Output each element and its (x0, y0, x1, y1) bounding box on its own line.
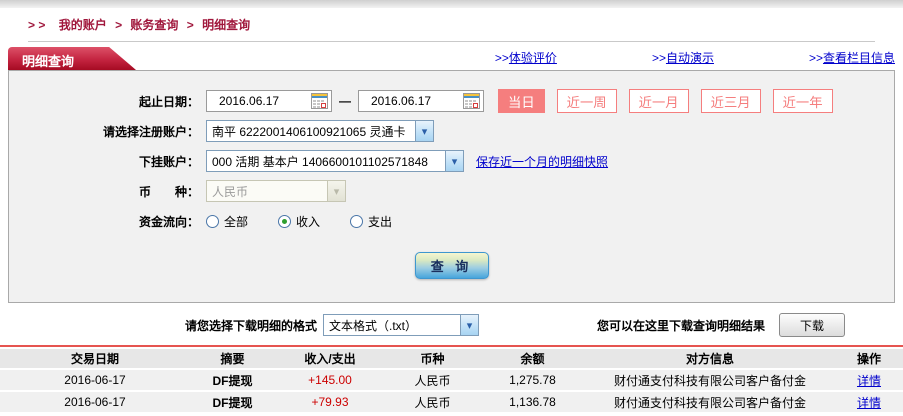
quick-range-year-button[interactable]: 近一年 (772, 89, 833, 113)
cell-summary: DF提现 (190, 392, 275, 414)
registered-account-select[interactable]: 南平 6222001406100921065 灵通卡 ▾ (206, 120, 434, 142)
download-button[interactable]: 下载 (779, 313, 846, 337)
breadcrumb: > > 我的账户 > 账务查询 > 明细查询 (0, 8, 903, 39)
radio-icon[interactable] (206, 214, 219, 228)
fund-flow-label: 资金流向： (138, 214, 199, 229)
cell-counterparty: 财付通支付科技有限公司客户备付金 (585, 392, 835, 414)
download-format-value: 文本格式（.txt） (329, 318, 418, 333)
breadcrumb-separator: > (186, 18, 194, 32)
currency-value: 人民币 (212, 184, 249, 199)
cell-summary: DF提现 (190, 370, 275, 392)
cell-currency: 人民币 (385, 392, 480, 414)
cell-date: 2016-06-17 (0, 392, 190, 414)
header-amount: 收入/支出 (275, 349, 385, 370)
calendar-icon[interactable] (463, 93, 480, 109)
header-balance: 余额 (480, 349, 585, 370)
tab-detail-query: 明细查询 (8, 47, 136, 70)
fund-flow-row: 资金流向： 全部 收入 支出 (9, 206, 894, 236)
query-form-panel: 起止日期： 2016.06.17 — 2016.06.17 当日 近一周 近一月… (8, 70, 895, 303)
sub-account-value: 000 活期 基本户 1406600101102571848 (212, 154, 428, 169)
radio-icon[interactable] (350, 214, 364, 228)
link-auto-demo[interactable]: >>自动演示 (652, 49, 714, 66)
date-separator: — (339, 94, 351, 108)
flow-option-all[interactable]: 全部 (206, 213, 248, 230)
detail-link[interactable]: 详情 (857, 396, 881, 410)
start-date-input[interactable]: 2016.06.17 (206, 90, 332, 112)
radio-checked-icon[interactable] (278, 214, 292, 228)
cell-balance: 1,136.78 (480, 392, 585, 414)
cell-balance: 1,275.78 (480, 370, 585, 392)
header-counterparty: 对方信息 (585, 349, 835, 370)
cell-date: 2016-06-17 (0, 370, 190, 392)
registered-account-row: 请选择注册账户： 南平 6222001406100921065 灵通卡 ▾ (9, 116, 894, 146)
top-strip (0, 0, 903, 8)
end-date-input[interactable]: 2016.06.17 (358, 90, 484, 112)
link-column-info[interactable]: >>查看栏目信息 (809, 49, 895, 66)
cell-amount: +79.93 (275, 392, 385, 414)
date-range-row: 起止日期： 2016.06.17 — 2016.06.17 当日 近一周 近一月… (9, 86, 894, 116)
query-button[interactable]: 查 询 (414, 252, 489, 279)
flow-option-expense[interactable]: 支出 (350, 213, 392, 230)
registered-account-label: 请选择注册账户： (102, 124, 199, 139)
currency-row: 币 种： 人民币 ▾ (9, 176, 894, 206)
chevron-down-icon: ▾ (415, 121, 433, 141)
download-row: 请您选择下载明细的格式 文本格式（.txt） ▾ 您可以在这里下载查询明细结果 … (185, 312, 903, 338)
registered-account-value: 南平 6222001406100921065 灵通卡 (212, 124, 406, 139)
flow-option-income-label: 收入 (296, 214, 321, 229)
date-range-label: 起止日期： (138, 94, 199, 109)
table-row: 2016-06-17 DF提现 +145.00 人民币 1,275.78 财付通… (0, 370, 903, 392)
quick-range-3month-button[interactable]: 近三月 (700, 89, 761, 113)
transaction-table: 交易日期 摘要 收入/支出 币种 余额 对方信息 操作 2016-06-17 D… (0, 349, 903, 414)
flow-option-income[interactable]: 收入 (278, 213, 320, 230)
header-date: 交易日期 (0, 349, 190, 370)
breadcrumb-item-account-query[interactable]: 账务查询 (130, 18, 178, 32)
tab-row: 明细查询 >>体验评价 >>自动演示 >>查看栏目信息 (8, 46, 895, 70)
quick-range-today-button[interactable]: 当日 (498, 89, 545, 113)
calendar-icon[interactable] (311, 93, 328, 109)
cell-counterparty: 财付通支付科技有限公司客户备付金 (585, 370, 835, 392)
sub-account-row: 下挂账户： 000 活期 基本户 1406600101102571848 ▾ 保… (9, 146, 894, 176)
chevron-down-icon: ▾ (460, 315, 479, 335)
cell-amount: +145.00 (275, 370, 385, 392)
fund-flow-radio-group: 全部 收入 支出 (206, 213, 422, 230)
sub-account-label: 下挂账户： (138, 154, 199, 169)
breadcrumb-item-detail-query[interactable]: 明细查询 (202, 18, 250, 32)
quick-range-week-button[interactable]: 近一周 (556, 89, 617, 113)
download-format-label: 请您选择下载明细的格式 (185, 318, 318, 333)
flow-option-all-label: 全部 (224, 214, 249, 229)
flow-option-expense-label: 支出 (368, 214, 393, 229)
top-links: >>体验评价 >>自动演示 >>查看栏目信息 (400, 49, 895, 70)
header-action: 操作 (835, 349, 903, 370)
end-date-value: 2016.06.17 (371, 94, 432, 108)
start-date-value: 2016.06.17 (219, 94, 280, 108)
breadcrumb-divider (28, 41, 875, 42)
query-button-row: 查 询 (9, 252, 894, 279)
download-format-select[interactable]: 文本格式（.txt） ▾ (323, 314, 480, 336)
table-top-divider (0, 345, 903, 347)
sub-account-select[interactable]: 000 活期 基本户 1406600101102571848 ▾ (206, 150, 464, 172)
quick-range-month-button[interactable]: 近一月 (628, 89, 689, 113)
detail-link[interactable]: 详情 (857, 374, 881, 388)
table-row: 2016-06-17 DF提现 +79.93 人民币 1,136.78 财付通支… (0, 392, 903, 414)
chevron-down-icon: ▾ (327, 181, 345, 201)
save-snapshot-link[interactable]: 保存近一个月的明细快照 (476, 153, 608, 170)
header-currency: 币种 (385, 349, 480, 370)
currency-select: 人民币 ▾ (206, 180, 346, 202)
breadcrumb-separator: > (115, 18, 123, 32)
breadcrumb-prefix: > > (28, 18, 46, 32)
link-experience-rating[interactable]: >>体验评价 (495, 49, 557, 66)
currency-label: 币 种： (138, 184, 199, 199)
header-summary: 摘要 (190, 349, 275, 370)
cell-currency: 人民币 (385, 370, 480, 392)
download-hint: 您可以在这里下载查询明细结果 (597, 318, 766, 333)
chevron-down-icon: ▾ (445, 151, 463, 171)
breadcrumb-item-my-account[interactable]: 我的账户 (59, 18, 107, 32)
table-header-row: 交易日期 摘要 收入/支出 币种 余额 对方信息 操作 (0, 349, 903, 370)
